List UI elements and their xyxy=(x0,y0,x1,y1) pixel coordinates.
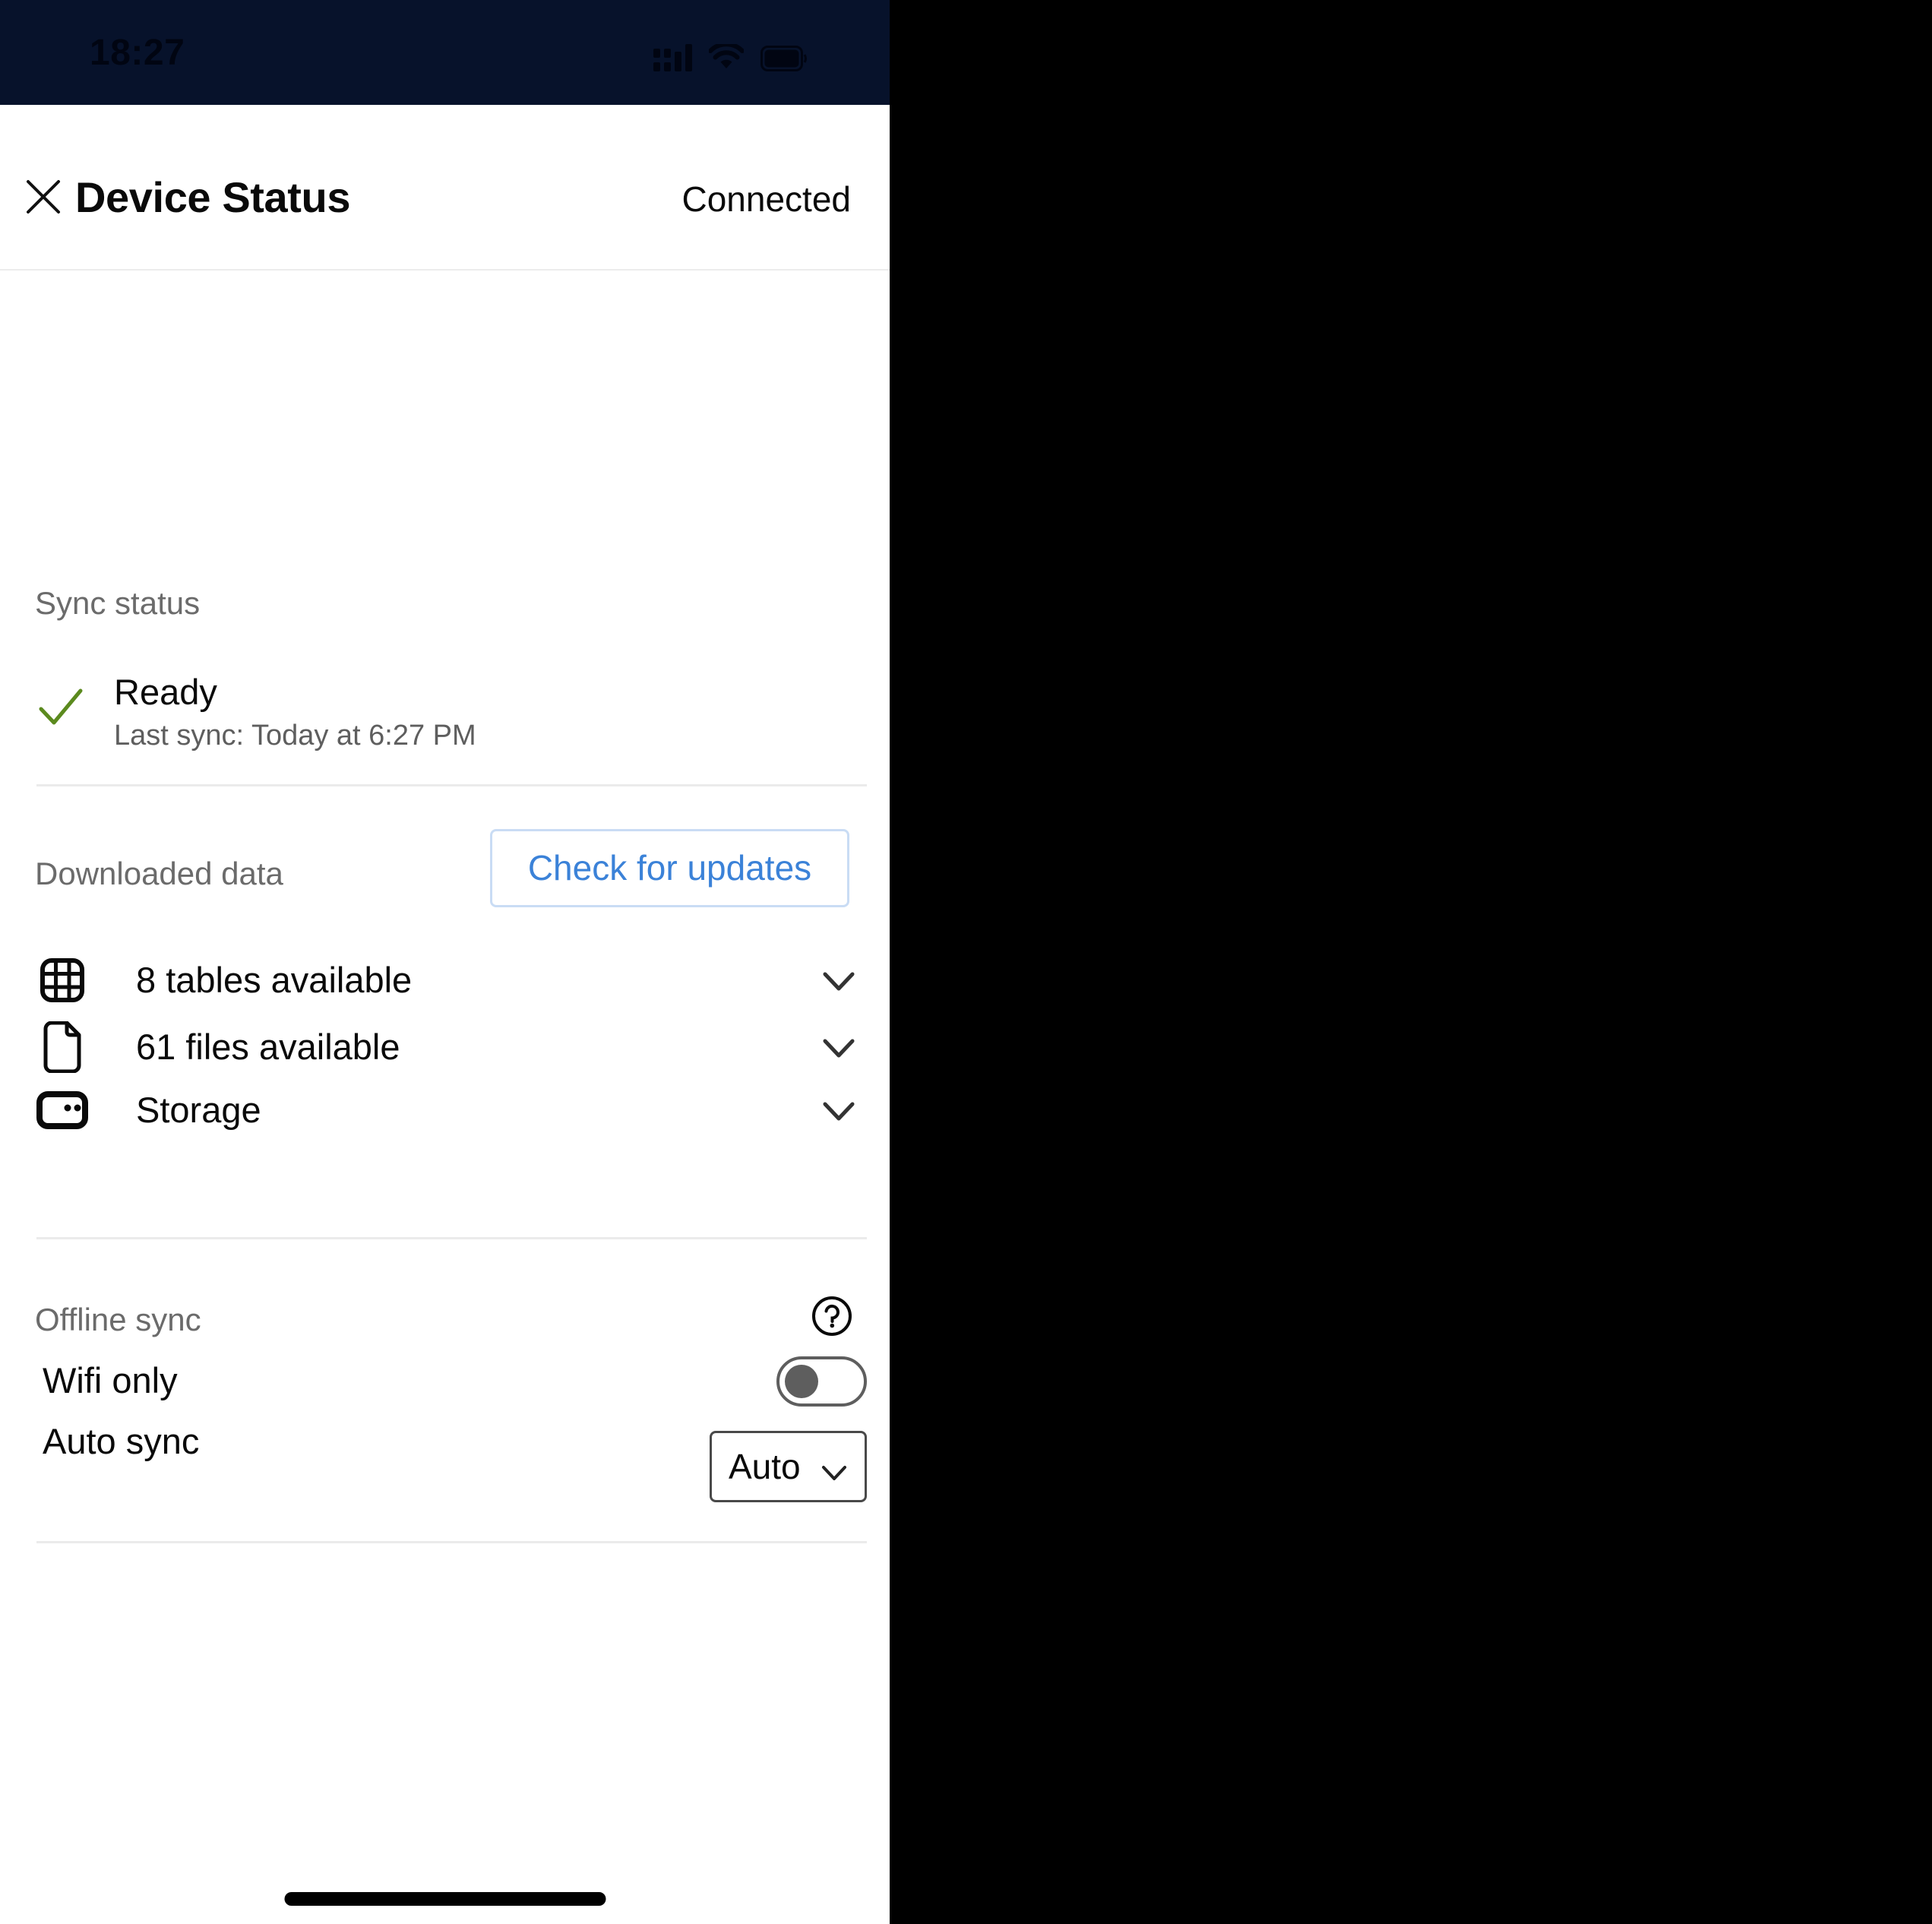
chevron-down-icon xyxy=(822,1466,846,1480)
wifi-only-toggle[interactable] xyxy=(776,1356,867,1407)
sync-status-title: Ready xyxy=(114,672,217,712)
downloaded-data-section-label: Downloaded data xyxy=(35,856,283,891)
app-viewport: 18:27 Device Status Connected Sync statu… xyxy=(0,0,890,1924)
chevron-down-icon xyxy=(823,1102,855,1121)
auto-sync-selected-value: Auto xyxy=(729,1447,801,1486)
close-icon xyxy=(27,180,60,214)
downloaded-data-row-storage[interactable]: Storage xyxy=(35,1069,867,1151)
close-button[interactable] xyxy=(18,172,68,222)
divider xyxy=(36,1541,867,1543)
cellular-signal-icon xyxy=(653,43,692,71)
page-title: Device Status xyxy=(75,173,351,221)
storage-drive-icon xyxy=(35,1083,90,1138)
downloaded-data-row-label: 61 files available xyxy=(136,1027,400,1067)
toggle-knob xyxy=(785,1365,818,1398)
auto-sync-dropdown[interactable]: Auto xyxy=(710,1431,867,1502)
check-icon xyxy=(39,688,83,725)
divider xyxy=(36,1237,867,1239)
divider xyxy=(36,784,867,786)
check-for-updates-button[interactable]: Check for updates xyxy=(490,829,849,907)
downloaded-data-row-label: Storage xyxy=(136,1090,261,1130)
sync-status-row: Ready Last sync: Today at 6:27 PM xyxy=(35,669,795,753)
help-circle-icon[interactable] xyxy=(811,1295,853,1337)
last-sync-text: Last sync: Today at 6:27 PM xyxy=(114,720,476,752)
battery-icon xyxy=(760,46,807,71)
status-bar: 18:27 xyxy=(0,0,890,105)
auto-sync-label: Auto sync xyxy=(43,1421,200,1461)
sync-status-section-label: Sync status xyxy=(35,585,201,621)
downloaded-data-row-label: 8 tables available xyxy=(136,960,413,1000)
auto-sync-setting-row: Auto sync Auto xyxy=(35,1414,867,1513)
header-bar: Device Status Connected xyxy=(0,105,890,271)
status-bar-clock: 18:27 xyxy=(90,33,185,73)
connection-status-label: Connected xyxy=(681,179,852,219)
wifi-icon xyxy=(709,44,744,68)
chevron-down-icon xyxy=(823,1039,855,1058)
file-document-icon xyxy=(35,1020,90,1074)
table-grid-icon xyxy=(35,953,90,1008)
wifi-only-label: Wifi only xyxy=(43,1360,178,1400)
home-indicator xyxy=(284,1892,606,1906)
offline-sync-section-label: Offline sync xyxy=(35,1302,201,1337)
status-bar-icons xyxy=(653,38,808,71)
chevron-down-icon xyxy=(823,972,855,991)
